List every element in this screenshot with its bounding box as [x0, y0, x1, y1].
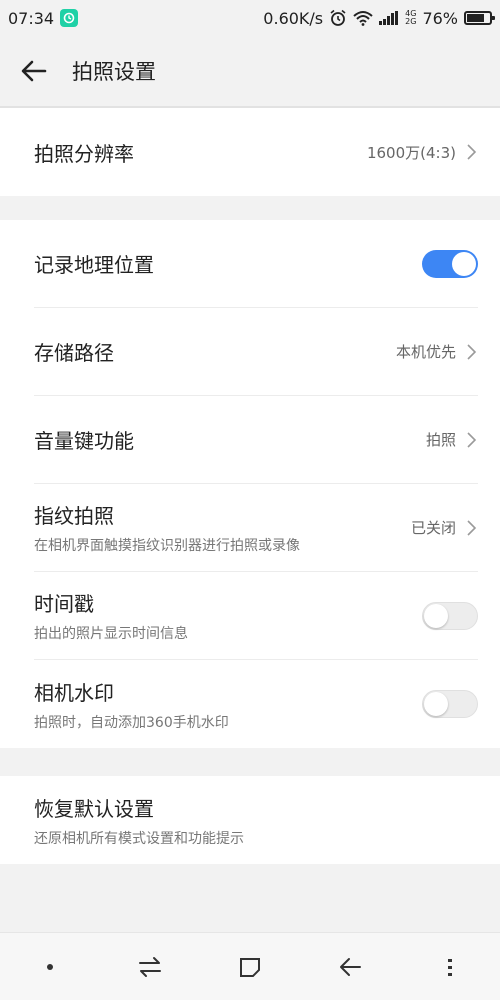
timestamp-toggle[interactable] — [422, 601, 478, 630]
back-icon — [340, 957, 361, 976]
volume-key-label: 音量键功能 — [34, 429, 134, 453]
switch-button[interactable] — [120, 937, 180, 997]
setting-volume-key[interactable]: 音量键功能 拍照 — [34, 396, 478, 484]
resolution-label: 拍照分辨率 — [34, 141, 134, 166]
more-icon — [448, 958, 452, 976]
chevron-right-icon — [467, 519, 477, 536]
signal-icon — [379, 11, 399, 25]
setting-restore-defaults[interactable]: 恢复默认设置 还原相机所有模式设置和功能提示 — [34, 776, 478, 864]
battery-fill — [467, 14, 484, 22]
switch-icon — [139, 956, 161, 977]
timestamp-subtitle: 拍出的照片显示时间信息 — [34, 626, 188, 642]
setting-watermark[interactable]: 相机水印 拍照时，自动添加360手机水印 — [34, 660, 478, 748]
storage-label: 存储路径 — [34, 341, 114, 365]
menu-dot-icon — [47, 963, 53, 970]
watermark-subtitle: 拍照时，自动添加360手机水印 — [34, 714, 229, 731]
nav-back-button[interactable] — [320, 937, 380, 997]
location-label: 记录地理位置 — [34, 253, 154, 277]
menu-dot-button[interactable] — [20, 937, 80, 997]
back-arrow-icon — [21, 60, 47, 82]
home-square-icon — [240, 957, 260, 977]
setting-location[interactable]: 记录地理位置 — [34, 220, 478, 308]
storage-value: 本机优先 — [395, 343, 456, 361]
status-bar: 07:34 0.60K/s 4G 2G 76% — [0, 0, 500, 36]
fingerprint-subtitle: 在相机界面触摸指纹识别器进行拍照或录像 — [34, 538, 300, 554]
status-time: 07:34 — [8, 8, 55, 28]
settings-card: 记录地理位置 存储路径 本机优先 音量键功能 拍照 指纹拍照 在相机界面触摸指纹… — [0, 220, 500, 748]
app-header: 拍照设置 — [0, 36, 500, 106]
toggle-knob — [452, 251, 476, 276]
alarm-icon — [329, 9, 347, 27]
setting-timestamp[interactable]: 时间戳 拍出的照片显示时间信息 — [34, 572, 478, 660]
network-bottom: 2G — [405, 17, 417, 26]
network-speed: 0.60K/s — [263, 8, 324, 28]
setting-resolution[interactable]: 拍照分辨率 1600万(4:3) — [34, 108, 478, 196]
chevron-right-icon — [467, 144, 477, 160]
restore-subtitle: 还原相机所有模式设置和功能提示 — [34, 830, 244, 847]
setting-fingerprint[interactable]: 指纹拍照 在相机界面触摸指纹识别器进行拍照或录像 已关闭 — [34, 484, 478, 572]
system-nav-bar — [0, 932, 500, 1000]
fingerprint-label: 指纹拍照 — [34, 504, 114, 528]
battery-text: 76% — [422, 8, 458, 28]
back-button[interactable] — [12, 49, 56, 93]
battery-icon — [464, 11, 495, 25]
volume-key-value: 拍照 — [425, 431, 456, 449]
more-button[interactable] — [420, 937, 480, 997]
network-type: 4G 2G — [405, 10, 416, 26]
watermark-label: 相机水印 — [34, 680, 114, 705]
toggle-knob — [424, 603, 448, 628]
fingerprint-value: 已关闭 — [410, 519, 456, 537]
wifi-icon — [353, 10, 373, 26]
watermark-toggle[interactable] — [422, 690, 478, 718]
chevron-right-icon — [467, 431, 477, 448]
restore-card: 恢复默认设置 还原相机所有模式设置和功能提示 — [0, 776, 500, 864]
toggle-knob — [424, 692, 448, 716]
restore-label: 恢复默认设置 — [34, 796, 154, 821]
timestamp-label: 时间戳 — [34, 592, 94, 616]
location-toggle[interactable] — [422, 249, 478, 278]
resolution-value: 1600万(4:3) — [366, 143, 456, 162]
setting-storage[interactable]: 存储路径 本机优先 — [34, 308, 478, 396]
chevron-right-icon — [467, 343, 477, 360]
app-notification-icon — [60, 9, 79, 27]
resolution-card: 拍照分辨率 1600万(4:3) — [0, 108, 500, 196]
page-title: 拍照设置 — [72, 60, 156, 84]
home-button[interactable] — [220, 937, 280, 997]
